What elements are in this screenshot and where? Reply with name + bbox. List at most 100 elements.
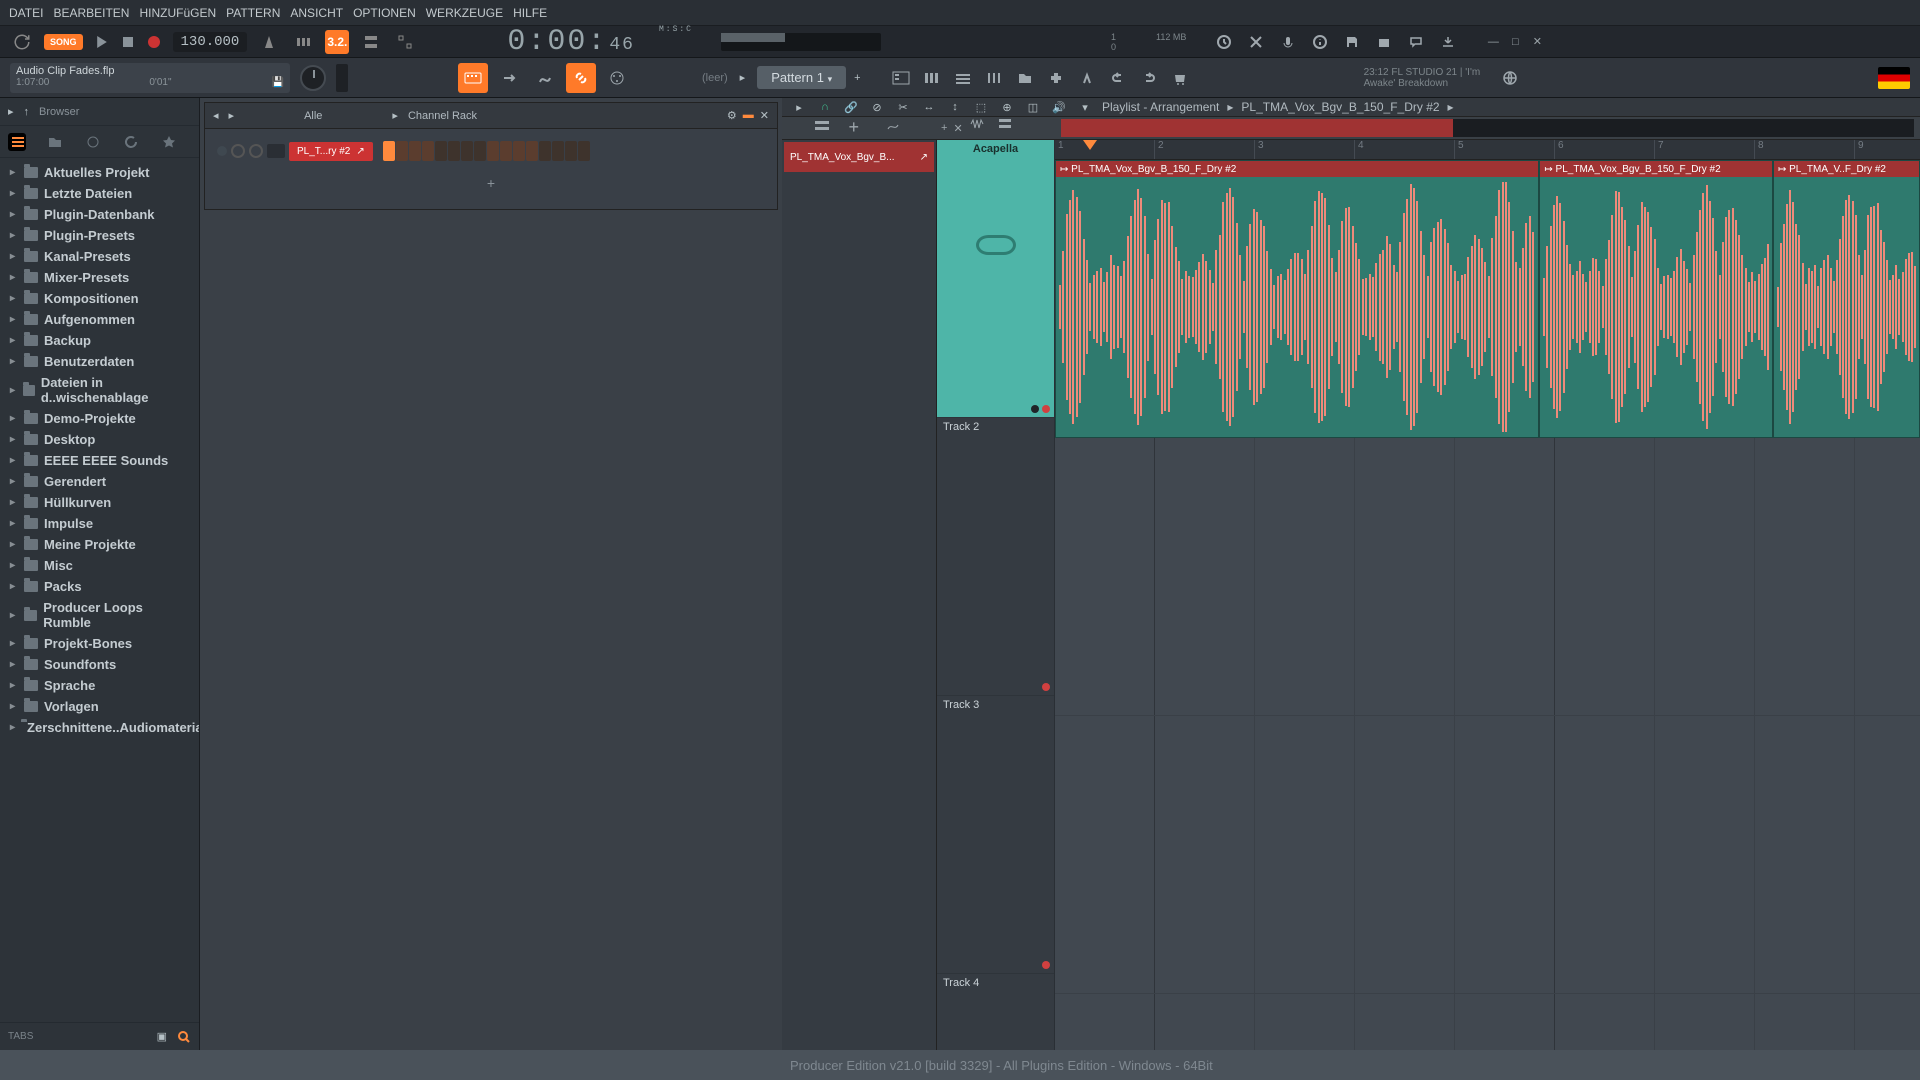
shop-icon[interactable] bbox=[1166, 64, 1194, 92]
audio-clip-2[interactable]: ↦ PL_TMA_Vox_Bgv_B_150_F_Dry #2 bbox=[1539, 160, 1773, 438]
pl-link-icon[interactable]: 🔗 bbox=[842, 98, 860, 116]
browser-item-zwischenablage[interactable]: ▸Dateien in d..wischenablage bbox=[0, 372, 199, 408]
close-button[interactable]: ✕ bbox=[1530, 35, 1544, 49]
pl-magnet-icon[interactable]: ∩ bbox=[816, 98, 834, 116]
pl-play-icon[interactable]: ▸ bbox=[790, 98, 808, 116]
track-header-1[interactable]: Acapella bbox=[937, 140, 1054, 418]
browser-collapse-all-icon[interactable]: ▣ bbox=[157, 1030, 167, 1043]
metronome-icon[interactable] bbox=[257, 30, 281, 54]
pl-track-del-icon[interactable]: ✕ bbox=[953, 122, 962, 135]
clip-picker[interactable]: PL_TMA_Vox_Bgv_B...↗ bbox=[784, 142, 934, 172]
link-icon[interactable] bbox=[566, 63, 596, 93]
browser-item-zerschnittenes[interactable]: ▸Zerschnittene..Audiomaterial bbox=[0, 717, 199, 738]
channel-mute-button[interactable] bbox=[267, 144, 285, 158]
cr-options-icon[interactable]: ⚙ bbox=[727, 109, 737, 122]
play-button[interactable] bbox=[93, 33, 111, 51]
browser-item-kompositionen[interactable]: ▸Kompositionen bbox=[0, 288, 199, 309]
pl-sound-icon[interactable]: 🔊 bbox=[1050, 98, 1068, 116]
browser-icon[interactable] bbox=[1011, 64, 1039, 92]
browser-item-benutzerdaten[interactable]: ▸Benutzerdaten bbox=[0, 351, 199, 372]
maximize-button[interactable]: □ bbox=[1508, 35, 1522, 49]
master-meter[interactable] bbox=[721, 33, 881, 51]
undo-icon[interactable] bbox=[1104, 64, 1132, 92]
browser-search-icon[interactable] bbox=[177, 1030, 191, 1044]
typing-keyboard-icon[interactable] bbox=[458, 63, 488, 93]
menu-ansicht[interactable]: ANSICHT bbox=[287, 4, 346, 22]
cr-prev-icon[interactable]: ◂ bbox=[213, 109, 219, 122]
channel-steps[interactable] bbox=[383, 141, 590, 161]
info-icon[interactable] bbox=[1310, 32, 1330, 52]
browser-item-meine-projekte[interactable]: ▸Meine Projekte bbox=[0, 534, 199, 555]
channel-rack-icon[interactable] bbox=[949, 64, 977, 92]
language-flag[interactable] bbox=[1878, 67, 1910, 89]
step-icon[interactable] bbox=[393, 30, 417, 54]
bpm-display[interactable]: 130.000 bbox=[173, 32, 248, 52]
channel-led[interactable] bbox=[217, 146, 227, 156]
browser-tree[interactable]: ▸Aktuelles Projekt ▸Letzte Dateien ▸Plug… bbox=[0, 158, 199, 1022]
channel-vol-knob[interactable] bbox=[249, 144, 263, 158]
menu-hilfe[interactable]: HILFE bbox=[510, 4, 550, 22]
audio-clip-1[interactable]: ↦ PL_TMA_Vox_Bgv_B_150_F_Dry #2 bbox=[1055, 160, 1539, 438]
browser-plugin-icon[interactable] bbox=[84, 133, 102, 151]
plugin-icon[interactable] bbox=[1042, 64, 1070, 92]
minimize-button[interactable]: — bbox=[1486, 35, 1500, 49]
cpu-panel[interactable]: 1112 MB 0 bbox=[1111, 32, 1186, 52]
stop-button[interactable] bbox=[119, 33, 137, 51]
undo-history-icon[interactable] bbox=[1214, 32, 1234, 52]
refresh-icon[interactable] bbox=[10, 30, 34, 54]
browser-item-misc[interactable]: ▸Misc bbox=[0, 555, 199, 576]
playlist-grid[interactable]: 1 2 3 4 5 6 7 8 9 bbox=[1055, 140, 1920, 1050]
browser-star-icon[interactable] bbox=[160, 133, 178, 151]
browser-all-icon[interactable] bbox=[8, 133, 26, 151]
browser-item-eeee-sounds[interactable]: ▸EEEE EEEE Sounds bbox=[0, 450, 199, 471]
browser-item-mixer-presets[interactable]: ▸Mixer-Presets bbox=[0, 267, 199, 288]
mixer-icon[interactable] bbox=[980, 64, 1008, 92]
pattern-add-button[interactable]: + bbox=[854, 72, 860, 84]
browser-refresh-icon[interactable] bbox=[122, 133, 140, 151]
menu-hinzufuegen[interactable]: HINZUFüGEN bbox=[136, 4, 219, 22]
channel-pan-knob[interactable] bbox=[231, 144, 245, 158]
pl-wave-icon[interactable] bbox=[969, 117, 991, 139]
globe-icon[interactable] bbox=[1502, 70, 1518, 86]
playlist-overview[interactable] bbox=[1061, 119, 1914, 137]
main-menubar[interactable]: DATEI BEARBEITEN HINZUFüGEN PATTERN ANSI… bbox=[6, 4, 550, 22]
pl-lanes-icon[interactable] bbox=[997, 117, 1019, 139]
overdub-icon[interactable]: 3.2. bbox=[325, 30, 349, 54]
browser-item-plugin-presets[interactable]: ▸Plugin-Presets bbox=[0, 225, 199, 246]
menu-pattern[interactable]: PATTERN bbox=[223, 4, 283, 22]
pl-breadcrumb-1[interactable]: Playlist - Arrangement bbox=[1102, 100, 1219, 114]
cr-filter-label[interactable]: Alle bbox=[304, 110, 322, 122]
pl-menu-icon[interactable]: ▾ bbox=[1076, 98, 1094, 116]
cr-play-icon[interactable]: ▸ bbox=[392, 109, 398, 122]
channel-row-1[interactable]: PL_T...ry #2↗ bbox=[217, 137, 765, 165]
countdown-icon[interactable] bbox=[291, 30, 315, 54]
pattern-selector[interactable]: Pattern 1 ▾ bbox=[757, 66, 846, 89]
time-display[interactable]: 0:00:46 M:S:C bbox=[507, 25, 693, 59]
playhead-marker[interactable] bbox=[1083, 140, 1097, 150]
pl-add-icon[interactable]: + bbox=[849, 117, 871, 139]
step-edit-icon[interactable] bbox=[494, 63, 524, 93]
browser-item-kanal-presets[interactable]: ▸Kanal-Presets bbox=[0, 246, 199, 267]
browser-item-producer-loops[interactable]: ▸Producer Loops Rumble bbox=[0, 597, 199, 633]
pl-draw-icon[interactable] bbox=[885, 117, 907, 139]
back-icon[interactable]: ↑ bbox=[24, 106, 30, 118]
automation-icon[interactable] bbox=[530, 63, 560, 93]
browser-folder-icon[interactable] bbox=[46, 133, 64, 151]
save-icon[interactable] bbox=[1342, 32, 1362, 52]
browser-item-backup[interactable]: ▸Backup bbox=[0, 330, 199, 351]
channel-name-button[interactable]: PL_T...ry #2↗ bbox=[289, 142, 373, 161]
main-pitch-slider[interactable] bbox=[336, 64, 348, 92]
main-volume-knob[interactable] bbox=[300, 65, 326, 91]
pattern-play-icon[interactable]: ▸ bbox=[740, 71, 746, 84]
cr-close-button[interactable]: ✕ bbox=[760, 109, 769, 122]
cr-next-icon[interactable]: ▸ bbox=[229, 109, 235, 122]
mic-icon[interactable] bbox=[1278, 32, 1298, 52]
browser-item-demo-projekte[interactable]: ▸Demo-Projekte bbox=[0, 408, 199, 429]
browser-item-plugin-datenbank[interactable]: ▸Plugin-Datenbank bbox=[0, 204, 199, 225]
track-header-3[interactable]: Track 3 bbox=[937, 696, 1054, 974]
menu-werkzeuge[interactable]: WERKZEUGE bbox=[423, 4, 506, 22]
browser-item-huellkurven[interactable]: ▸Hüllkurven bbox=[0, 492, 199, 513]
render-icon[interactable] bbox=[1374, 32, 1394, 52]
browser-item-packs[interactable]: ▸Packs bbox=[0, 576, 199, 597]
download-icon[interactable] bbox=[1438, 32, 1458, 52]
